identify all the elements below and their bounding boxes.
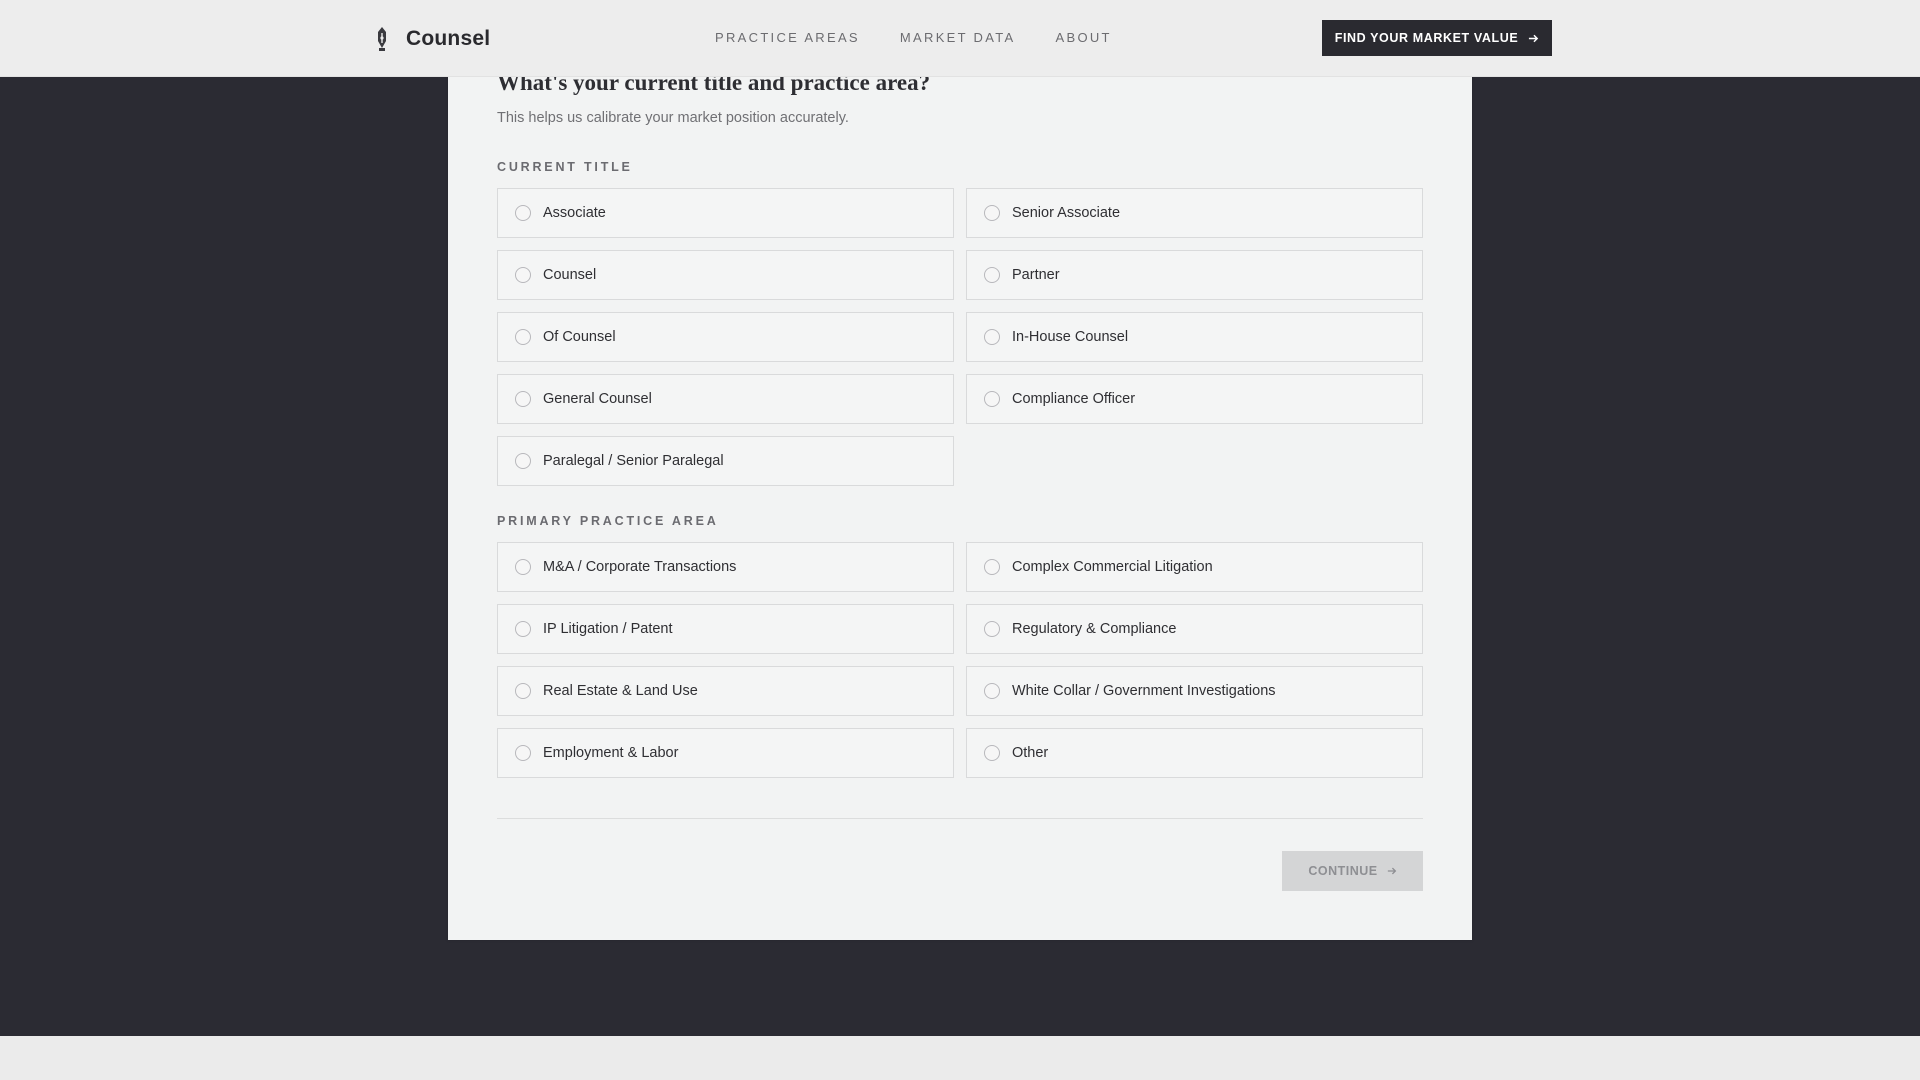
practice-area-label: PRIMARY PRACTICE AREA (497, 514, 719, 528)
practice-area-option[interactable]: Other (966, 728, 1423, 778)
title-option[interactable]: General Counsel (497, 374, 954, 424)
practice-area-option[interactable]: Regulatory & Compliance (966, 604, 1423, 654)
title-option[interactable]: Associate (497, 188, 954, 238)
title-option-label: Partner (1012, 267, 1060, 283)
brand[interactable]: Counsel (372, 24, 490, 54)
question-subtitle: This helps us calibrate your market posi… (497, 110, 849, 126)
radio-button[interactable] (515, 621, 531, 637)
arrow-right-icon (1529, 34, 1539, 42)
radio-button[interactable] (515, 683, 531, 699)
practice-area-option[interactable]: White Collar / Government Investigations (966, 666, 1423, 716)
title-option[interactable]: Of Counsel (497, 312, 954, 362)
practice-area-option-label: Employment & Labor (543, 745, 679, 761)
footer-strip (0, 1036, 1920, 1080)
form-card: What's your current title and practice a… (448, 70, 1472, 940)
radio-button[interactable] (515, 453, 531, 469)
practice-area-option-label: M&A / Corporate Transactions (543, 559, 737, 575)
radio-button[interactable] (984, 267, 1000, 283)
title-option[interactable]: Compliance Officer (966, 374, 1423, 424)
radio-button[interactable] (984, 621, 1000, 637)
practice-area-option-label: White Collar / Government Investigations (1012, 683, 1276, 699)
practice-area-option[interactable]: Employment & Labor (497, 728, 954, 778)
radio-button[interactable] (984, 329, 1000, 345)
practice-area-option-label: Regulatory & Compliance (1012, 621, 1177, 637)
practice-area-option[interactable]: IP Litigation / Patent (497, 604, 954, 654)
title-option[interactable]: Paralegal / Senior Paralegal (497, 436, 954, 486)
practice-area-option[interactable]: Complex Commercial Litigation (966, 542, 1423, 592)
title-option-label: Of Counsel (543, 329, 616, 345)
practice-area-option-label: IP Litigation / Patent (543, 621, 673, 637)
title-option[interactable]: Partner (966, 250, 1423, 300)
practice-area-option[interactable]: Real Estate & Land Use (497, 666, 954, 716)
nav-about[interactable]: ABOUT (1056, 30, 1112, 46)
title-option-label: Associate (543, 205, 606, 221)
arrow-right-icon (1387, 867, 1396, 875)
radio-button[interactable] (515, 391, 531, 407)
radio-button[interactable] (515, 205, 531, 221)
radio-button[interactable] (515, 745, 531, 761)
radio-button[interactable] (984, 559, 1000, 575)
title-option[interactable]: Senior Associate (966, 188, 1423, 238)
practice-area-option-label: Other (1012, 745, 1049, 761)
practice-area-option-label: Complex Commercial Litigation (1012, 559, 1213, 575)
continue-label: CONTINUE (1308, 864, 1378, 878)
find-market-value-button[interactable]: FIND YOUR MARKET VALUE (1322, 20, 1552, 56)
title-option-label: Compliance Officer (1012, 391, 1136, 407)
radio-button[interactable] (515, 559, 531, 575)
pen-nib-icon (378, 27, 386, 51)
brand-name: Counsel (406, 27, 491, 50)
title-option[interactable]: In-House Counsel (966, 312, 1423, 362)
title-option-label: Paralegal / Senior Paralegal (543, 453, 724, 469)
title-option-label: In-House Counsel (1012, 329, 1129, 345)
nav-market-data[interactable]: MARKET DATA (900, 30, 1016, 46)
nav-practice-areas[interactable]: PRACTICE AREAS (715, 30, 860, 46)
practice-area-option-label: Real Estate & Land Use (543, 683, 698, 699)
top-navigation-bar: Counsel PRACTICE AREAS MARKET DATA ABOUT… (0, 0, 1920, 77)
radio-button[interactable] (984, 745, 1000, 761)
radio-button[interactable] (984, 683, 1000, 699)
form-divider (497, 818, 1423, 819)
radio-button[interactable] (515, 267, 531, 283)
radio-button[interactable] (515, 329, 531, 345)
radio-button[interactable] (984, 205, 1000, 221)
title-option-label: General Counsel (543, 391, 652, 407)
page: Counsel PRACTICE AREAS MARKET DATA ABOUT… (0, 0, 1920, 1080)
practice-area-option[interactable]: M&A / Corporate Transactions (497, 542, 954, 592)
title-option-label: Senior Associate (1012, 205, 1121, 221)
continue-button[interactable]: CONTINUE (1282, 851, 1423, 891)
title-option-label: Counsel (543, 267, 597, 283)
main-nav: PRACTICE AREAS MARKET DATA ABOUT (715, 30, 1152, 46)
radio-button[interactable] (984, 391, 1000, 407)
title-option[interactable]: Counsel (497, 250, 954, 300)
find-market-value-label: FIND YOUR MARKET VALUE (1334, 31, 1519, 45)
current-title-label: CURRENT TITLE (497, 160, 633, 174)
